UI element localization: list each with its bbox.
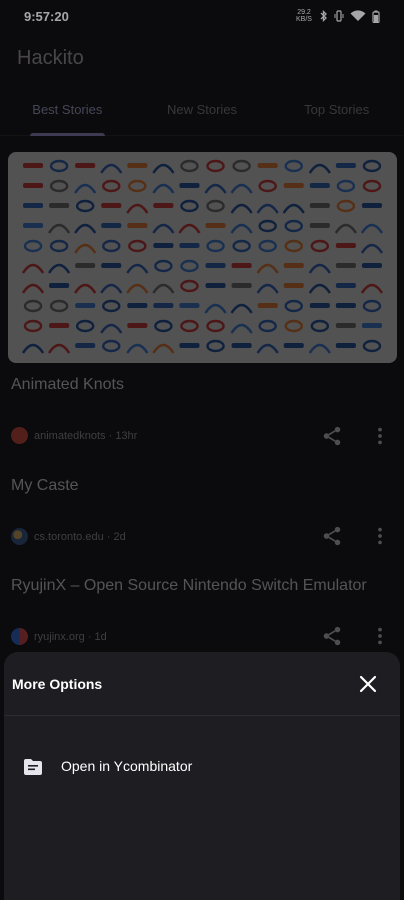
share-icon[interactable] xyxy=(321,525,343,547)
app-bar: Hackito xyxy=(0,32,404,84)
site-favicon-icon xyxy=(11,628,28,645)
more-options-sheet: More Options Open in Ycombinator xyxy=(4,652,400,900)
net-speed-label: 29.2 KB/S xyxy=(296,9,312,23)
sheet-title: More Options xyxy=(12,676,103,692)
more-vertical-icon[interactable] xyxy=(371,625,389,647)
vibrate-icon xyxy=(334,10,344,22)
status-bar: 9:57:20 29.2 KB/S xyxy=(0,0,404,32)
knots-grid-image xyxy=(21,159,384,354)
tab-top-stories[interactable]: Top Stories xyxy=(269,88,404,135)
tab-bar: Best Stories New Stories Top Stories xyxy=(0,88,404,136)
open-in-ycombinator-option[interactable]: Open in Ycombinator xyxy=(4,744,400,792)
site-favicon-icon xyxy=(11,528,28,545)
site-favicon-icon xyxy=(11,427,28,444)
document-folder-icon xyxy=(24,759,42,775)
story-title[interactable]: Animated Knots xyxy=(11,376,124,394)
sheet-header: More Options xyxy=(4,652,400,716)
close-icon[interactable] xyxy=(358,674,378,694)
tab-new-stories[interactable]: New Stories xyxy=(135,88,270,135)
wifi-icon xyxy=(350,10,366,21)
tab-label: Top Stories xyxy=(304,102,370,117)
story-source: ryujinx.org · 1d xyxy=(34,630,107,643)
tab-indicator xyxy=(30,133,105,136)
story-meta: ryujinx.org · 1d xyxy=(11,628,107,645)
story-thumbnail[interactable] xyxy=(8,152,397,363)
story-meta: animatedknots · 13hr xyxy=(11,427,137,444)
app-title: Hackito xyxy=(17,46,84,69)
story-title[interactable]: My Caste xyxy=(11,477,79,495)
tab-label: Best Stories xyxy=(32,102,103,117)
story-title[interactable]: RyujinX – Open Source Nintendo Switch Em… xyxy=(11,577,367,595)
story-source: animatedknots · 13hr xyxy=(34,429,138,442)
status-icons: 29.2 KB/S xyxy=(294,9,380,23)
status-time: 9:57:20 xyxy=(24,8,69,24)
tab-best-stories[interactable]: Best Stories xyxy=(0,88,135,136)
share-icon[interactable] xyxy=(321,625,343,647)
more-vertical-icon[interactable] xyxy=(371,525,389,547)
share-icon[interactable] xyxy=(321,425,343,447)
story-meta: cs.toronto.edu · 2d xyxy=(11,528,126,545)
story-source: cs.toronto.edu · 2d xyxy=(34,530,126,543)
more-vertical-icon[interactable] xyxy=(371,425,389,447)
battery-icon xyxy=(372,10,380,23)
tab-label: New Stories xyxy=(166,102,238,117)
option-label: Open in Ycombinator xyxy=(61,758,193,774)
bluetooth-icon xyxy=(320,10,327,22)
